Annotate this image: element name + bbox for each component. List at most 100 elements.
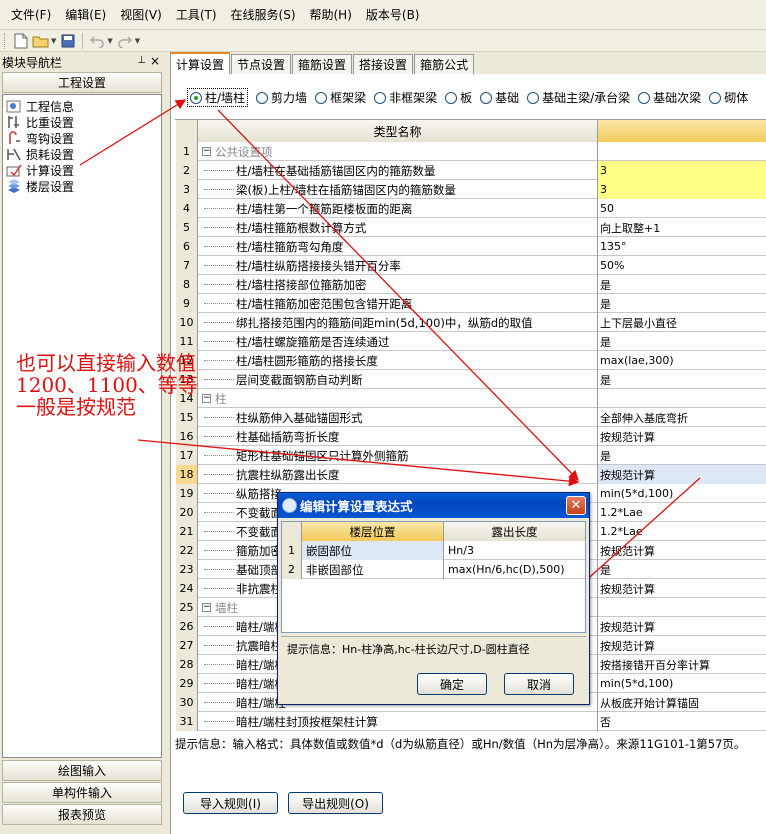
radio-slab[interactable]: 板 <box>445 88 472 107</box>
tree-item-weight-settings[interactable]: 比重设置 <box>6 114 74 130</box>
grid-row[interactable]: 10 绑扎搭接范围内的箍筋间距min(5d,100)中，纵筋d的取值 上下层最小直径 <box>176 313 766 332</box>
grid-group-row[interactable]: 14− 柱 <box>176 389 766 408</box>
menu-view[interactable]: 视图(V) <box>113 6 169 23</box>
grid-row[interactable]: 31 暗柱/端柱封顶按框架柱计算 否 <box>176 712 766 731</box>
row-value[interactable]: 从板底开始计算锚固 <box>598 693 766 712</box>
ok-button[interactable]: 确定 <box>417 673 487 695</box>
single-component-input-button[interactable]: 单构件输入 <box>2 782 162 803</box>
undo-icon[interactable] <box>87 32 107 50</box>
open-dropdown-icon[interactable]: ▼ <box>51 37 56 45</box>
radio-button[interactable] <box>445 91 458 104</box>
toolbar-grip[interactable] <box>4 32 7 49</box>
row-value[interactable]: 全部伸入基底弯折 <box>598 408 766 427</box>
collapse-icon[interactable]: − <box>202 394 211 403</box>
radio-frame-beam[interactable]: 框架梁 <box>315 88 366 107</box>
row-value[interactable]: 按搭接错开百分率计算 <box>598 655 766 674</box>
tree-item-hook-settings[interactable]: 弯钩设置 <box>6 130 74 146</box>
row-value[interactable]: 按规范计算 <box>598 465 766 484</box>
grid-row[interactable]: 13 层间变截面钢筋自动判断是 <box>176 370 766 389</box>
row-value[interactable]: 按规范计算 <box>598 617 766 636</box>
exposed-length-cell[interactable]: max(Hn/6,hc(D),500) <box>444 560 585 579</box>
grid-row[interactable]: 3 梁(板)上柱/墙柱在插筋锚固区内的箍筋数量 3 <box>176 180 766 199</box>
grid-group-row[interactable]: 1− 公共设置项 <box>176 142 766 161</box>
grid-row[interactable]: 2 柱/墙柱在基础插筋锚固区内的箍筋数量 3 <box>176 161 766 180</box>
menu-version[interactable]: 版本号(B) <box>359 6 427 23</box>
grid-row[interactable]: 18 抗震柱纵筋露出长度 按规范计算 <box>176 465 766 484</box>
row-value[interactable]: 1.2*Lae <box>598 503 766 522</box>
radio-button[interactable] <box>638 91 651 104</box>
row-value[interactable]: 135° <box>598 237 766 256</box>
tree-item-project-info[interactable]: 工程信息 <box>6 98 74 114</box>
row-value[interactable]: 按规范计算 <box>598 427 766 446</box>
row-value[interactable]: 是 <box>598 560 766 579</box>
grid-row[interactable]: 17 矩形柱基础锚固区只计算外侧箍筋 是 <box>176 446 766 465</box>
collapse-icon[interactable]: − <box>202 147 211 156</box>
open-folder-icon[interactable] <box>31 32 51 50</box>
floor-position-cell[interactable]: 非嵌固部位 <box>302 560 444 579</box>
grid-row[interactable]: 12 柱/墙柱圆形箍筋的搭接长度 max(lae,300) <box>176 351 766 370</box>
tree-item-calculation-settings[interactable]: 计算设置 <box>6 162 74 178</box>
grid-row[interactable]: 8 柱/墙柱搭接部位箍筋加密 是 <box>176 275 766 294</box>
row-value[interactable]: 按规范计算 <box>598 636 766 655</box>
row-value[interactable]: max(lae,300) <box>598 351 766 370</box>
tab-node-settings[interactable]: 节点设置 <box>231 54 292 74</box>
row-value[interactable]: 50% <box>598 256 766 275</box>
row-value[interactable]: 是 <box>598 294 766 313</box>
collapse-icon[interactable]: − <box>202 603 211 612</box>
tree-item-floor-settings[interactable]: 楼层设置 <box>6 178 74 194</box>
row-value[interactable]: min(5*d,100) <box>598 484 766 503</box>
row-value[interactable]: min(5*d,100) <box>598 674 766 693</box>
radio-non-frame-beam[interactable]: 非框架梁 <box>374 88 437 107</box>
row-value[interactable]: 是 <box>598 370 766 389</box>
redo-dropdown-icon[interactable]: ▼ <box>135 37 140 45</box>
menu-file[interactable]: 文件(F) <box>4 6 58 23</box>
pin-icon[interactable]: ⊥ <box>137 55 146 66</box>
grid-row[interactable]: 5 柱/墙柱箍筋根数计算方式 向上取整+1 <box>176 218 766 237</box>
dialog-row[interactable]: 2 非嵌固部位 max(Hn/6,hc(D),500) <box>282 560 585 579</box>
tab-stirrup-settings[interactable]: 箍筋设置 <box>292 54 353 74</box>
radio-button[interactable] <box>256 91 269 104</box>
menu-help[interactable]: 帮助(H) <box>303 6 359 23</box>
row-value[interactable]: 是 <box>598 446 766 465</box>
row-value[interactable]: 3 <box>598 161 766 180</box>
menu-online-service[interactable]: 在线服务(S) <box>224 6 303 23</box>
row-value[interactable]: 3 <box>598 180 766 199</box>
radio-shear-wall[interactable]: 剪力墙 <box>256 88 307 107</box>
row-value[interactable]: 按规范计算 <box>598 541 766 560</box>
row-value[interactable]: 上下层最小直径 <box>598 313 766 332</box>
menu-edit[interactable]: 编辑(E) <box>58 6 113 23</box>
drawing-input-button[interactable]: 绘图输入 <box>2 760 162 781</box>
radio-button[interactable] <box>374 91 387 104</box>
dialog-close-icon[interactable]: ✕ <box>566 496 586 515</box>
undo-dropdown-icon[interactable]: ▼ <box>107 37 112 45</box>
row-value[interactable]: 向上取整+1 <box>598 218 766 237</box>
row-value[interactable]: 是 <box>598 332 766 351</box>
project-settings-header[interactable]: 工程设置 <box>2 72 162 93</box>
row-value[interactable]: 否 <box>598 712 766 731</box>
cancel-button[interactable]: 取消 <box>504 673 574 695</box>
menu-tools[interactable]: 工具(T) <box>169 6 224 23</box>
tab-stirrup-formula[interactable]: 箍筋公式 <box>414 54 475 74</box>
tab-lap-settings[interactable]: 搭接设置 <box>353 54 414 74</box>
radio-button[interactable] <box>709 91 722 104</box>
tree-item-loss-settings[interactable]: 损耗设置 <box>6 146 74 162</box>
dialog-title-bar[interactable]: 编辑计算设置表达式 ✕ <box>278 493 589 518</box>
grid-row[interactable]: 11 柱/墙柱螺旋箍筋是否连续通过 是 <box>176 332 766 351</box>
radio-foundation-secondary-beam[interactable]: 基础次梁 <box>638 88 701 107</box>
dialog-row[interactable]: 1 嵌固部位 Hn/3 <box>282 541 585 560</box>
row-value[interactable]: 按规范计算 <box>598 579 766 598</box>
radio-button[interactable] <box>527 91 540 104</box>
save-icon[interactable] <box>58 32 78 50</box>
export-rules-button[interactable]: 导出规则(O) <box>288 792 383 814</box>
redo-icon[interactable] <box>115 32 135 50</box>
grid-row[interactable]: 15 柱纵筋伸入基础锚固形式 全部伸入基底弯折 <box>176 408 766 427</box>
row-value[interactable]: 50 <box>598 199 766 218</box>
report-preview-button[interactable]: 报表预览 <box>2 804 162 825</box>
row-value[interactable]: 是 <box>598 275 766 294</box>
close-icon[interactable]: × <box>150 54 160 68</box>
grid-row[interactable]: 4 柱/墙柱第一个箍筋距楼板面的距离 50 <box>176 199 766 218</box>
radio-column[interactable]: 柱/墙柱 <box>187 88 249 107</box>
row-value[interactable]: 1.2*Lae <box>598 522 766 541</box>
floor-position-cell[interactable]: 嵌固部位 <box>302 541 444 560</box>
radio-button[interactable] <box>190 91 202 104</box>
